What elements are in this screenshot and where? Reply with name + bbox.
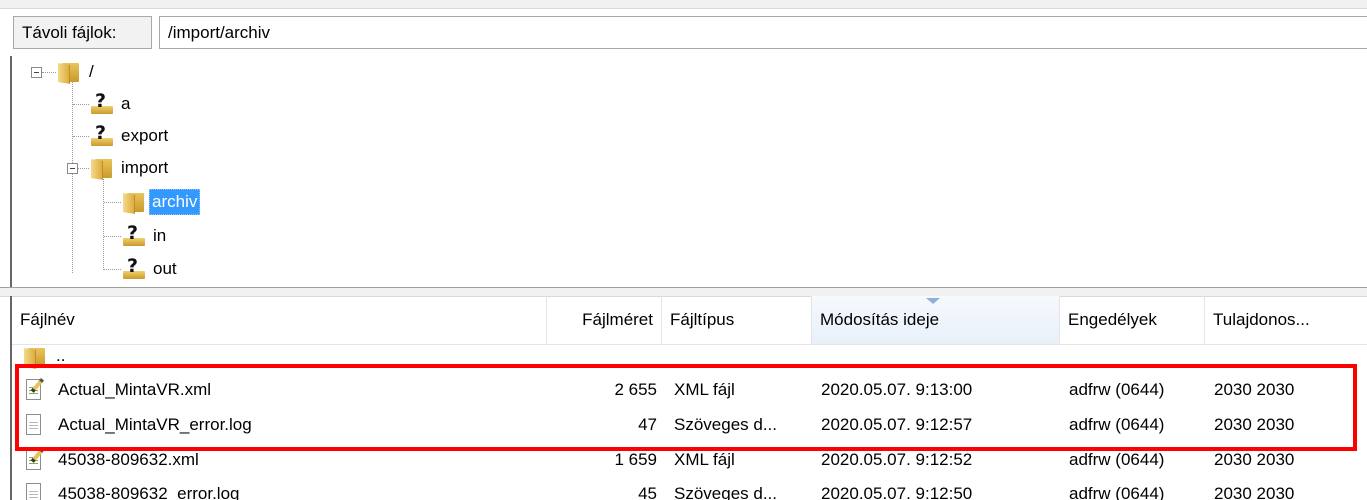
unknown-folder-icon: ? bbox=[91, 122, 113, 146]
sort-descending-icon bbox=[926, 298, 940, 304]
annotation-highlight-box bbox=[15, 364, 1357, 451]
column-header-permissions[interactable]: Engedélyek bbox=[1060, 296, 1205, 344]
tree-connector bbox=[78, 168, 89, 169]
column-header-modified[interactable]: Módosítás ideje bbox=[812, 296, 1060, 344]
unknown-folder-icon: ? bbox=[123, 222, 145, 246]
table-row[interactable]: 45038-809632_error.log 45 Szöveges d... … bbox=[12, 476, 1367, 500]
collapse-root-icon[interactable] bbox=[31, 67, 42, 78]
tree-connector bbox=[104, 269, 121, 270]
file-owner: 2030 2030 bbox=[1214, 484, 1295, 500]
file-modified: 2020.05.07. 9:12:50 bbox=[821, 484, 973, 500]
column-header-filetype[interactable]: Fájltípus bbox=[662, 296, 812, 344]
remote-path-bar: Távoli fájlok: /import/archiv bbox=[10, 14, 1367, 62]
tree-connector bbox=[73, 104, 89, 105]
tree-item-in[interactable]: in bbox=[151, 224, 168, 248]
file-name: 45038-809632_error.log bbox=[58, 484, 240, 500]
tree-connector bbox=[73, 136, 89, 137]
tree-connector bbox=[103, 170, 104, 270]
folder-icon bbox=[123, 191, 145, 214]
tree-item-root[interactable]: / bbox=[87, 60, 96, 84]
text-file-icon bbox=[24, 482, 44, 500]
file-size: 45 bbox=[638, 484, 657, 500]
tree-item-a[interactable]: a bbox=[119, 92, 132, 116]
tree-connector bbox=[42, 72, 56, 73]
xml-file-icon bbox=[24, 448, 45, 472]
folder-icon bbox=[91, 157, 113, 180]
unknown-folder-icon: ? bbox=[91, 90, 113, 114]
remote-path-input[interactable]: /import/archiv bbox=[159, 16, 1367, 49]
collapse-import-icon[interactable] bbox=[67, 163, 78, 174]
tree-connector bbox=[104, 236, 121, 237]
tree-item-out[interactable]: out bbox=[151, 257, 179, 281]
column-header-filename[interactable]: Fájlnév bbox=[12, 296, 547, 344]
tree-item-import[interactable]: import bbox=[119, 156, 170, 180]
file-permissions: adfrw (0644) bbox=[1069, 484, 1165, 500]
remote-path-label: Távoli fájlok: bbox=[13, 16, 152, 49]
column-header-filesize[interactable]: Fájlméret bbox=[547, 296, 662, 344]
window-frame-top bbox=[0, 0, 1367, 9]
tree-connector bbox=[104, 202, 121, 203]
remote-directory-tree: / ? a ? export import archiv ? in ? out bbox=[10, 56, 1367, 287]
tree-item-export[interactable]: export bbox=[119, 124, 170, 148]
folder-icon bbox=[58, 61, 80, 84]
unknown-folder-icon: ? bbox=[123, 255, 145, 279]
column-header-modified-label: Módosítás ideje bbox=[820, 310, 940, 329]
file-type: Szöveges d... bbox=[674, 484, 778, 500]
tree-item-archiv[interactable]: archiv bbox=[149, 189, 201, 215]
file-list-header: Fájlnév Fájlméret Fájltípus Módosítás id… bbox=[12, 296, 1367, 345]
column-header-owner[interactable]: Tulajdonos... bbox=[1205, 296, 1367, 344]
